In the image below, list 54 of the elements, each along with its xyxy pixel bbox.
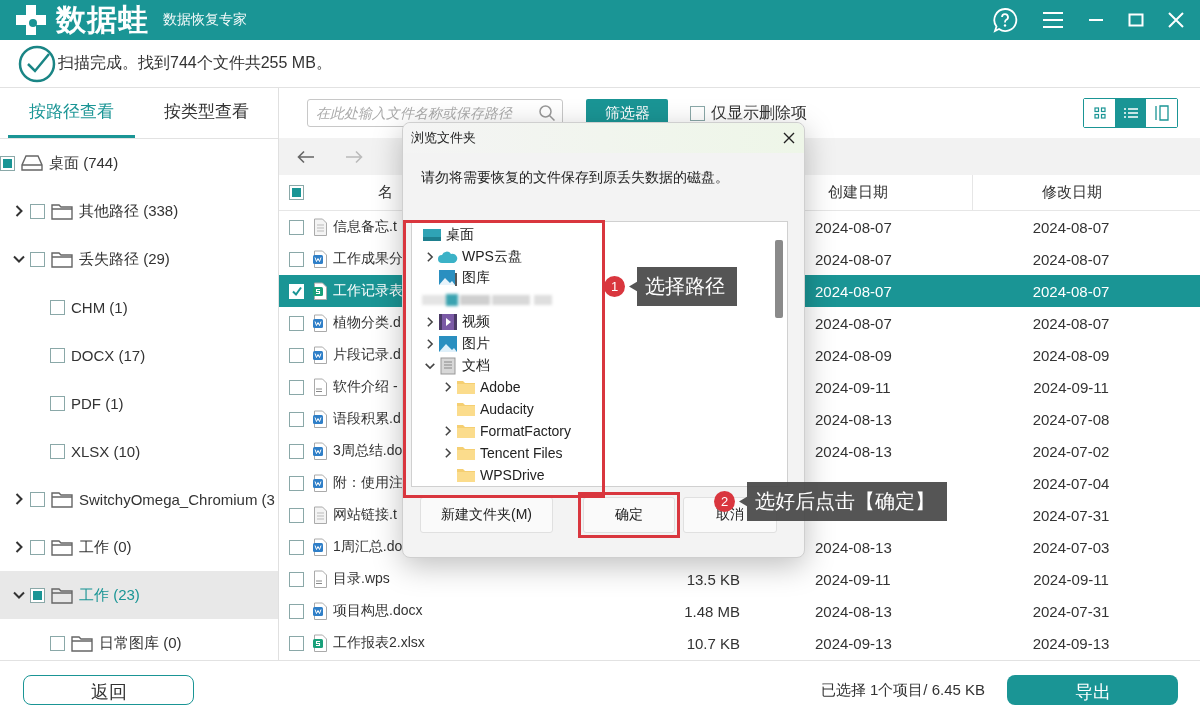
table-cell: 网站链接.t xyxy=(333,506,397,524)
app-subtitle: 数据恢复专家 xyxy=(163,11,247,29)
table-cell-text: 2024-08-13 xyxy=(814,410,893,428)
table-cell-text: 2024-08-07 xyxy=(814,218,893,236)
table-cell-text: 2024-09-11 xyxy=(1033,378,1110,396)
table-cell-text: 2024-07-31 xyxy=(1032,506,1111,524)
app-name: 数据蛙 xyxy=(56,1,149,38)
table-cell-text: 1.48 MB xyxy=(684,602,741,620)
table-cell-text: 2024-08-07 xyxy=(1032,282,1111,300)
table-cell-text: 2024-08-07 xyxy=(1032,314,1111,332)
table-cell: 工作记录表 xyxy=(333,282,403,300)
table-cell: 项目构思.docx xyxy=(333,602,423,620)
table-cell-text: 2024-09-11 xyxy=(814,570,892,588)
column-header: 名 xyxy=(377,183,394,202)
table-cell-text: 2024-07-02 xyxy=(1032,442,1111,460)
table-cell: 片段记录.d xyxy=(333,346,401,364)
scan-status: 扫描完成。找到744个文件共255 MB。 xyxy=(58,53,332,73)
table-cell-text: 2024-08-13 xyxy=(814,538,893,556)
column-header: 创建日期 xyxy=(828,183,888,202)
table-cell-text: 2024-08-07 xyxy=(1032,218,1111,236)
table-cell-text: 2024-08-13 xyxy=(814,442,893,460)
table-cell: 软件介绍 - xyxy=(333,378,398,396)
table-cell-text: 2024-08-07 xyxy=(814,314,893,332)
table-cell: 附：使用注 xyxy=(333,474,403,492)
table-cell: 工作报表2.xlsx xyxy=(333,634,425,652)
selection-summary: 已选择 1个项目/ 6.45 KB xyxy=(820,681,985,700)
table-cell: 1周汇总.do xyxy=(333,538,403,556)
table-cell-text: 2024-07-08 xyxy=(1032,410,1111,428)
table-cell: 工作成果分 xyxy=(333,250,403,268)
table-cell: 语段积累.d xyxy=(333,410,401,428)
table-cell-text: 2024-09-13 xyxy=(814,634,893,652)
deleted-only-label: 仅显示删除项 xyxy=(711,102,807,123)
table-cell-text: 10.7 KB xyxy=(686,634,741,652)
table-cell-text: 13.5 KB xyxy=(686,570,741,588)
table-cell-text: 2024-07-04 xyxy=(1032,474,1111,492)
table-cell: 目录.wps xyxy=(333,570,390,588)
table-cell: 植物分类.d xyxy=(333,314,401,332)
table-cell-text: 2024-08-07 xyxy=(814,250,893,268)
dialog-title: 浏览文件夹 xyxy=(411,129,476,147)
table-cell-text: 2024-07-31 xyxy=(1032,602,1111,620)
table-cell-text: 2024-07-03 xyxy=(1032,538,1111,556)
callout-tooltip: 选择路径 xyxy=(629,267,737,306)
dialog-message: 请勿将需要恢复的文件保存到原丢失数据的磁盘。 xyxy=(421,169,730,187)
table-cell-text: 2024-09-13 xyxy=(1032,634,1111,652)
table-cell-text: 2024-08-13 xyxy=(814,602,893,620)
column-header: 修改日期 xyxy=(1041,183,1102,202)
table-cell: 信息备忘.t xyxy=(333,218,397,236)
table-cell-text: 2024-09-11 xyxy=(814,378,892,396)
table-cell-text: 2024-09-11 xyxy=(1033,570,1110,588)
table-cell: 3周总结.do xyxy=(333,442,403,460)
table-cell-text: 2024-08-09 xyxy=(814,346,893,364)
table-cell-text: 2024-08-07 xyxy=(814,282,893,300)
table-cell-text: 2024-08-07 xyxy=(1032,250,1111,268)
table-cell-text: 2024-08-09 xyxy=(1032,346,1111,364)
